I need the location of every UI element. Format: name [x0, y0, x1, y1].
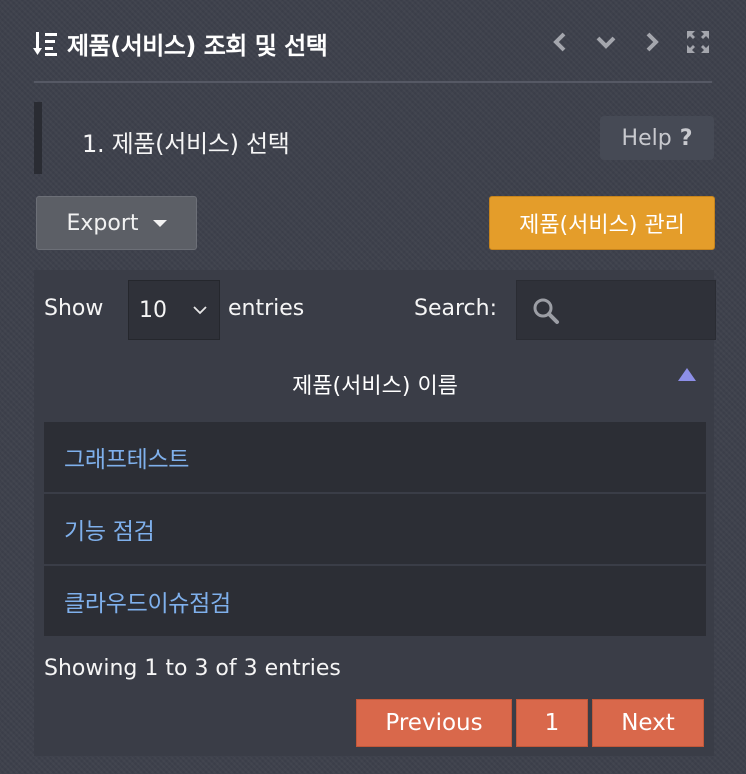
- table-controls: Show 10 entries Search:: [44, 280, 716, 342]
- manage-product-button[interactable]: 제품(서비스) 관리: [489, 196, 715, 250]
- pagination: Previous 1 Next: [356, 699, 704, 747]
- page-1-button[interactable]: 1: [516, 699, 588, 747]
- sort-list-icon: [33, 31, 57, 56]
- help-button[interactable]: Help ?: [600, 116, 714, 160]
- next-page-button[interactable]: Next: [592, 699, 704, 747]
- previous-page-button[interactable]: Previous: [356, 699, 512, 747]
- search-input[interactable]: [569, 291, 709, 331]
- table-row: 그래프테스트: [44, 422, 706, 494]
- header-divider: [34, 81, 712, 83]
- export-label: Export: [66, 210, 139, 236]
- export-button[interactable]: Export: [36, 196, 197, 250]
- column-header-label: 제품(서비스) 이름: [292, 374, 458, 399]
- entries-label: entries: [228, 296, 305, 321]
- caret-down-icon: [152, 219, 167, 227]
- fullscreen-icon[interactable]: [686, 30, 710, 54]
- table-row: 기능 점검: [44, 494, 706, 566]
- column-header-product-name[interactable]: 제품(서비스) 이름: [44, 348, 706, 420]
- search-icon: [533, 298, 559, 324]
- manage-label: 제품(서비스) 관리: [519, 213, 685, 238]
- chevron-right-icon[interactable]: [640, 30, 664, 54]
- datatable-panel: Show 10 entries Search: 제품(서비스) 이름 그래프테스…: [34, 270, 716, 756]
- table-body: 그래프테스트 기능 점검 클라우드이슈점검: [44, 422, 706, 638]
- chevron-down-icon: [193, 306, 207, 315]
- widget-title-group: 제품(서비스) 조회 및 선택: [33, 26, 328, 61]
- table-row: 클라우드이슈점검: [44, 566, 706, 638]
- widget-header: 제품(서비스) 조회 및 선택: [0, 0, 746, 82]
- widget-toolbar: [548, 30, 710, 54]
- step-title: 1. 제품(서비스) 선택: [82, 130, 290, 158]
- search-label: Search:: [414, 296, 497, 321]
- widget-title: 제품(서비스) 조회 및 선택: [67, 32, 328, 60]
- page-length-value: 10: [139, 297, 167, 323]
- help-question-icon: ?: [679, 125, 693, 151]
- chevron-down-icon[interactable]: [594, 30, 618, 54]
- product-link[interactable]: 클라우드이슈점검: [64, 584, 231, 618]
- search-box[interactable]: [516, 280, 716, 340]
- product-link[interactable]: 그래프테스트: [64, 440, 189, 474]
- sort-ascending-icon: [678, 368, 696, 381]
- page-length-select[interactable]: 10: [128, 280, 220, 340]
- chevron-left-icon[interactable]: [548, 30, 572, 54]
- table-info: Showing 1 to 3 of 3 entries: [44, 656, 341, 681]
- product-link[interactable]: 기능 점검: [64, 512, 155, 546]
- help-label: Help: [621, 125, 672, 151]
- step-section: 1. 제품(서비스) 선택 Help ?: [34, 102, 714, 174]
- show-label: Show: [44, 296, 104, 321]
